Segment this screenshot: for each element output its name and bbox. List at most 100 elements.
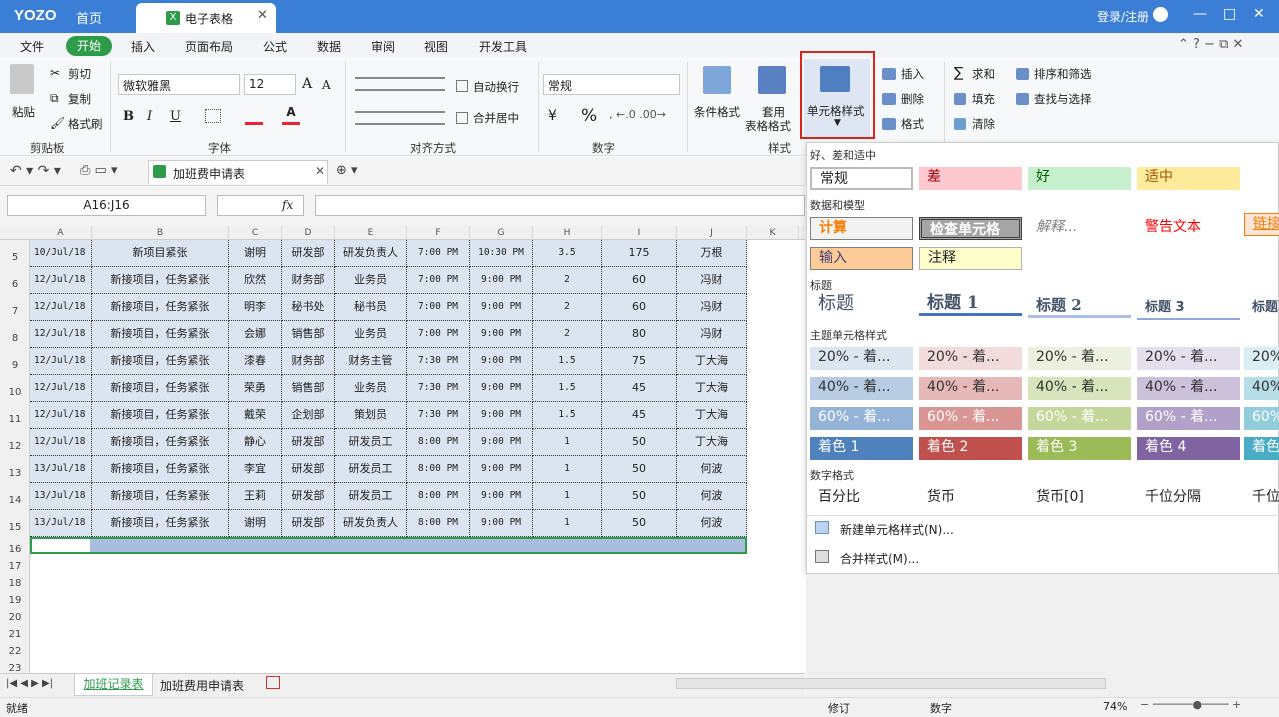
style-currency[interactable]: 货币 xyxy=(919,487,1022,510)
style-explain[interactable]: 解释... xyxy=(1028,217,1131,240)
theme-style[interactable]: 40% xyxy=(1244,377,1279,400)
theme-style[interactable]: 40% - 着... xyxy=(919,377,1022,400)
fill-color-icon[interactable] xyxy=(245,107,263,125)
conditional-format-button[interactable]: 条件格式 xyxy=(694,104,740,120)
row-header[interactable]: 21 xyxy=(0,629,30,640)
grow-font-button[interactable]: A xyxy=(302,76,312,92)
theme-style[interactable]: 40% - 着... xyxy=(1137,377,1240,400)
document-tab[interactable]: X 电子表格 ✕ xyxy=(136,3,276,33)
row-header[interactable]: 22 xyxy=(0,646,30,657)
style-bad[interactable]: 差 xyxy=(919,167,1022,190)
close-icon[interactable]: ✕ xyxy=(315,164,325,178)
paste-label[interactable]: 粘贴 xyxy=(12,104,35,120)
row-header[interactable]: 12 xyxy=(0,441,30,452)
row-header[interactable]: 20 xyxy=(0,612,30,623)
theme-style[interactable]: 60% xyxy=(1244,407,1279,430)
col-header[interactable]: G xyxy=(470,226,533,240)
style-heading-3[interactable]: 标题 3 xyxy=(1137,297,1240,320)
fill-button[interactable]: 填充 xyxy=(972,91,995,107)
decimal-icon[interactable]: , ←.0 .00→ xyxy=(609,108,666,121)
style-heading-2[interactable]: 标题 2 xyxy=(1028,295,1131,318)
sheet-tab[interactable]: 加班费用申请表 xyxy=(160,677,244,694)
style-link[interactable]: 链接 xyxy=(1244,213,1279,236)
cut-button[interactable]: 剪切 xyxy=(68,66,91,82)
theme-style[interactable]: 20% - 着... xyxy=(1028,347,1131,370)
row-header[interactable]: 13 xyxy=(0,468,30,479)
row-header[interactable]: 9 xyxy=(0,360,30,371)
theme-style[interactable]: 60% - 着... xyxy=(1137,407,1240,430)
merge-center-button[interactable]: 合并居中 xyxy=(473,110,519,126)
theme-style[interactable]: 着色 3 xyxy=(1028,437,1131,460)
style-calc[interactable]: 计算 xyxy=(810,217,913,240)
sort-filter-button[interactable]: 排序和筛选 xyxy=(1034,66,1092,82)
menu-page-layout[interactable]: 页面布局 xyxy=(185,38,233,55)
format-cells-button[interactable]: 格式 xyxy=(901,116,924,132)
col-header[interactable]: K xyxy=(747,226,799,240)
row-header[interactable]: 17 xyxy=(0,561,30,572)
col-header[interactable]: H xyxy=(533,226,602,240)
theme-style[interactable]: 20% - 着... xyxy=(1137,347,1240,370)
font-size-select[interactable]: 12 xyxy=(244,74,296,95)
shrink-font-button[interactable]: A xyxy=(322,78,331,92)
style-normal[interactable]: 常规 xyxy=(810,167,913,190)
format-painter-button[interactable]: 格式刷 xyxy=(68,116,103,132)
row-header[interactable]: 10 xyxy=(0,387,30,398)
font-name-select[interactable]: 微软雅黑 xyxy=(118,74,240,95)
row-header[interactable]: 19 xyxy=(0,595,30,606)
theme-style[interactable]: 着色 xyxy=(1244,437,1279,460)
number-format-select[interactable]: 常规 xyxy=(543,74,680,95)
row-header[interactable]: 14 xyxy=(0,495,30,506)
percent-button[interactable]: % xyxy=(581,106,597,126)
style-input[interactable]: 输入 xyxy=(810,247,913,270)
status-revise[interactable]: 修订 xyxy=(828,700,850,716)
col-header[interactable]: I xyxy=(602,226,677,240)
name-box[interactable]: A16:J16 xyxy=(7,195,206,216)
login-link[interactable]: 登录/注册 xyxy=(1097,8,1149,25)
close-button[interactable]: ✕ xyxy=(1253,6,1265,22)
table-format-icon[interactable] xyxy=(758,66,786,94)
bold-button[interactable]: B xyxy=(123,109,134,124)
border-icon[interactable] xyxy=(205,109,221,123)
currency-button[interactable]: ¥ xyxy=(548,108,557,124)
row-header[interactable]: 23 xyxy=(0,663,30,674)
col-header[interactable]: F xyxy=(407,226,470,240)
new-style-item[interactable]: 新建单元格样式(N)... xyxy=(840,521,954,538)
style-good[interactable]: 好 xyxy=(1028,167,1131,190)
sheet-tab-active[interactable]: 加班记录表 xyxy=(74,674,153,696)
restore-button[interactable]: □ xyxy=(1223,6,1236,22)
minimize-button[interactable]: — xyxy=(1193,6,1207,22)
home-tab[interactable]: 首页 xyxy=(76,8,102,27)
find-select-button[interactable]: 查找与选择 xyxy=(1034,91,1092,107)
col-header[interactable]: D xyxy=(282,226,335,240)
row-header[interactable]: 8 xyxy=(0,333,30,344)
zoom-slider[interactable]: − ──────●──── + xyxy=(1140,698,1241,711)
avatar-icon[interactable] xyxy=(1153,7,1168,22)
style-percent[interactable]: 百分比 xyxy=(810,487,913,510)
style-neutral[interactable]: 适中 xyxy=(1137,167,1240,190)
col-header[interactable]: C xyxy=(229,226,282,240)
col-header[interactable]: A xyxy=(30,226,92,240)
sheet-nav-icons[interactable]: |◀ ◀ ▶ ▶| xyxy=(6,678,53,689)
table-format-label-2[interactable]: 表格格式 xyxy=(745,118,791,134)
theme-style[interactable]: 着色 1 xyxy=(810,437,913,460)
zoom-level[interactable]: 74% xyxy=(1103,700,1127,713)
menu-file[interactable]: 文件 xyxy=(20,38,44,55)
theme-style[interactable]: 60% - 着... xyxy=(919,407,1022,430)
row-header[interactable]: 7 xyxy=(0,306,30,317)
underline-button[interactable]: U xyxy=(170,109,181,124)
row-header[interactable]: 6 xyxy=(0,279,30,290)
preview-save-icons[interactable]: ⎙ ▭ ▾ xyxy=(80,163,117,178)
new-tab-icon[interactable]: ⊕ ▾ xyxy=(336,163,358,178)
workbook-tab[interactable]: 加班费申请表 ✕ xyxy=(148,160,328,184)
menu-formulas[interactable]: 公式 xyxy=(263,38,287,55)
theme-style[interactable]: 20% xyxy=(1244,347,1279,370)
style-warning[interactable]: 警告文本 xyxy=(1137,217,1240,240)
sheet-grid[interactable] xyxy=(30,240,805,673)
font-color-icon[interactable]: A xyxy=(282,105,300,125)
theme-style[interactable]: 着色 2 xyxy=(919,437,1022,460)
row-header[interactable]: 11 xyxy=(0,414,30,425)
style-currency0[interactable]: 货币[0] xyxy=(1028,487,1131,510)
style-comma0[interactable]: 千位 xyxy=(1244,487,1279,510)
row-header[interactable]: 18 xyxy=(0,578,30,589)
copy-button[interactable]: 复制 xyxy=(68,91,91,107)
